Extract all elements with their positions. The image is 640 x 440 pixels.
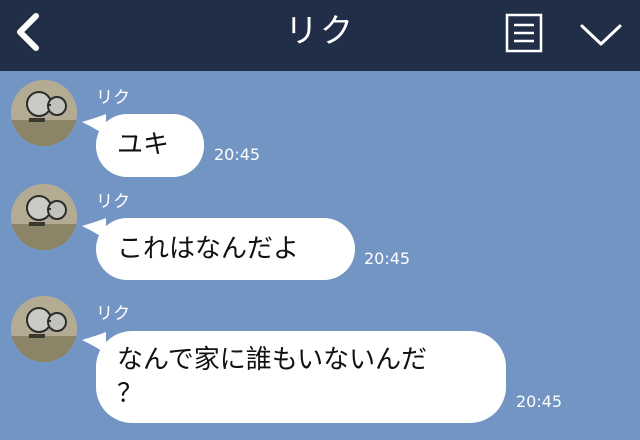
message-text-line: ？ bbox=[117, 379, 144, 409]
sender-name: リク bbox=[96, 192, 130, 212]
message-bubble[interactable]: なんで家に誰もいないんだ ？ bbox=[96, 331, 506, 423]
chat-title: リク bbox=[285, 11, 355, 50]
avatar[interactable] bbox=[11, 184, 77, 250]
menu-list-icon bbox=[505, 13, 543, 53]
message-text: ユキ bbox=[117, 130, 170, 160]
sender-name: リク bbox=[96, 88, 130, 108]
avatar[interactable] bbox=[11, 296, 77, 362]
avatar-image bbox=[11, 80, 77, 146]
menu-button[interactable] bbox=[505, 13, 543, 53]
chevron-down-icon bbox=[580, 24, 622, 46]
message-time: 20:45 bbox=[364, 249, 411, 268]
chat-header: リク bbox=[0, 0, 640, 71]
avatar-image bbox=[11, 184, 77, 250]
message-bubble[interactable]: これはなんだよ bbox=[96, 218, 355, 280]
sender-name: リク bbox=[96, 304, 130, 324]
message-time: 20:45 bbox=[214, 145, 261, 164]
avatar[interactable] bbox=[11, 80, 77, 146]
collapse-button[interactable] bbox=[578, 20, 624, 50]
avatar-image bbox=[11, 296, 77, 362]
message-time: 20:45 bbox=[516, 392, 563, 411]
message-text-line: なんで家に誰もいないんだ bbox=[117, 345, 428, 375]
message-bubble[interactable]: ユキ bbox=[96, 114, 204, 177]
message-text: これはなんだよ bbox=[117, 234, 300, 264]
